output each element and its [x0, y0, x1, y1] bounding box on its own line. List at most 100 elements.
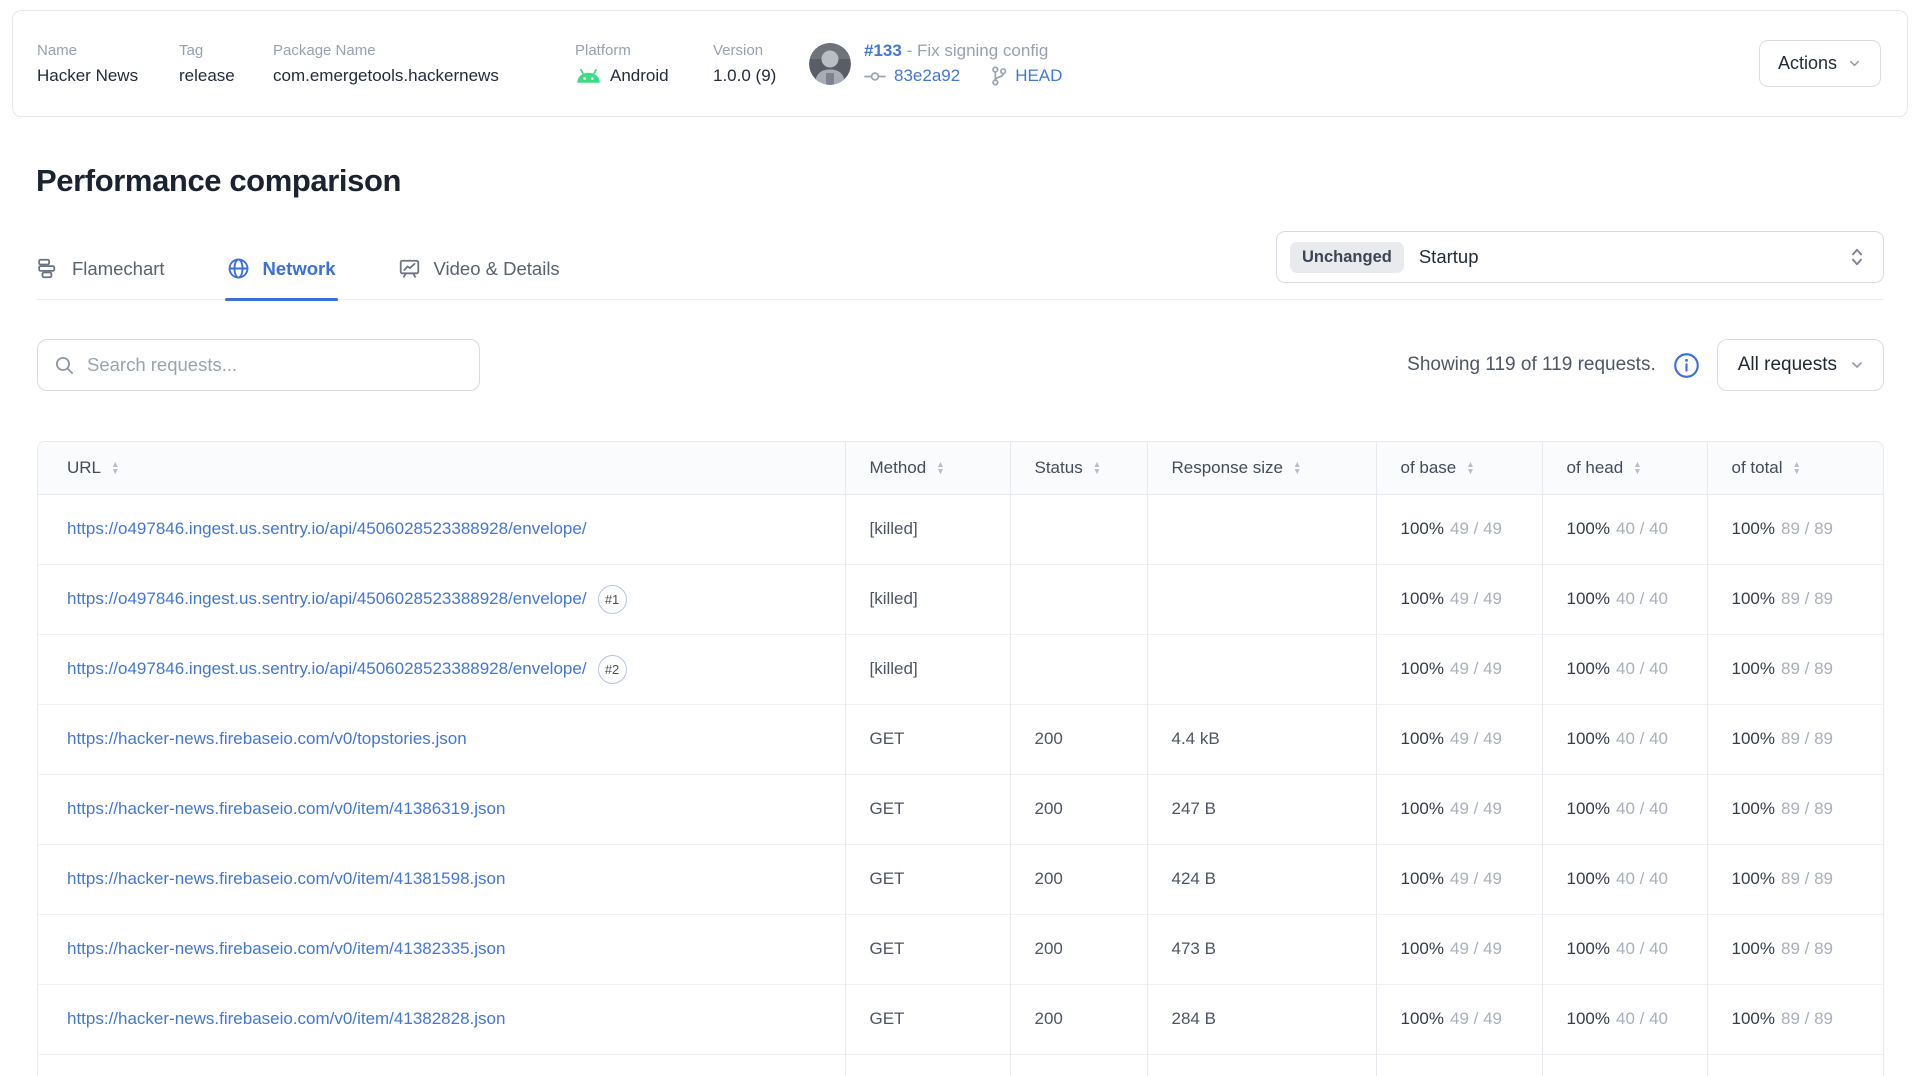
response-size-cell: 424 B	[1147, 844, 1376, 914]
column-header-of-base[interactable]: of base	[1376, 442, 1542, 494]
of-total-cell: 100%89 / 89	[1707, 914, 1883, 984]
field-label: Version	[713, 42, 809, 59]
method-cell: GET	[845, 914, 1010, 984]
sort-icon[interactable]	[1466, 461, 1474, 475]
build-field-package-name: Package Name com.emergetools.hackernews	[273, 42, 575, 86]
status-cell: 200	[1010, 984, 1147, 1054]
column-header-method[interactable]: Method	[845, 442, 1010, 494]
method-cell: [killed]	[845, 494, 1010, 564]
of-head-cell: 100%40 / 40	[1542, 774, 1707, 844]
response-size-cell: 284 B	[1147, 984, 1376, 1054]
field-label: Package Name	[273, 42, 575, 59]
column-header-url[interactable]: URL	[38, 442, 845, 494]
search-icon	[54, 355, 75, 376]
method-cell: GET	[845, 984, 1010, 1054]
pr-title: - Fix signing config	[907, 41, 1049, 60]
android-icon	[575, 68, 602, 84]
toolbar-right: Showing 119 of 119 requests. All request…	[1407, 339, 1884, 391]
field-value: Hacker News	[37, 66, 179, 86]
of-base-cell: 100%49 / 49	[1376, 844, 1542, 914]
of-base-cell: 100%49 / 49	[1376, 494, 1542, 564]
request-url-link[interactable]: https://hacker-news.firebaseio.com/v0/it…	[67, 799, 505, 818]
column-header-status[interactable]: Status	[1010, 442, 1147, 494]
tab-network[interactable]: Network	[227, 257, 336, 299]
column-header-of-head[interactable]: of head	[1542, 442, 1707, 494]
request-url-link[interactable]: https://o497846.ingest.us.sentry.io/api/…	[67, 588, 587, 607]
sort-icon[interactable]	[1793, 461, 1801, 475]
url-cell: https://o497846.ingest.us.sentry.io/api/…	[38, 564, 845, 634]
table-row: https://o497846.ingest.us.sentry.io/api/…	[38, 494, 1883, 564]
search-box[interactable]	[37, 339, 480, 391]
request-url-link[interactable]: https://o497846.ingest.us.sentry.io/api/…	[67, 658, 587, 677]
showing-count-text: Showing 119 of 119 requests.	[1407, 354, 1656, 376]
of-total-cell: 100%89 / 89	[1707, 844, 1883, 914]
field-value: release	[179, 66, 273, 86]
method-cell: [killed]	[845, 564, 1010, 634]
table-row: https://o497846.ingest.us.sentry.io/api/…	[38, 564, 1883, 634]
status-cell: 200	[1010, 914, 1147, 984]
duplicate-count-badge: #2	[598, 655, 627, 684]
sort-icon[interactable]	[1093, 461, 1101, 475]
tab-flamechart[interactable]: Flamechart	[36, 257, 165, 299]
response-size-cell: 247 B	[1147, 774, 1376, 844]
column-header-response-size[interactable]: Response size	[1147, 442, 1376, 494]
page-title: Performance comparison	[36, 163, 1884, 199]
url-cell: https://hacker-news.firebaseio.com/v0/it…	[38, 984, 845, 1054]
request-url-link[interactable]: https://hacker-news.firebaseio.com/v0/it…	[67, 939, 505, 958]
of-total-cell: 100%89 / 89	[1707, 564, 1883, 634]
table-row: https://hacker-news.firebaseio.com/v0/it…	[38, 844, 1883, 914]
of-base-cell: 100%49 / 49	[1376, 564, 1542, 634]
sort-icon[interactable]	[1293, 461, 1301, 475]
url-cell: https://hacker-news.firebaseio.com/v0/it…	[38, 774, 845, 844]
url-cell: https://hacker-news.firebaseio.com/v0/it…	[38, 914, 845, 984]
field-label: Name	[37, 42, 179, 59]
response-size-cell	[1147, 634, 1376, 704]
requests-toolbar: Showing 119 of 119 requests. All request…	[37, 339, 1884, 391]
branch-link[interactable]: HEAD	[1015, 66, 1062, 86]
metric-select-value: Startup	[1419, 246, 1479, 268]
build-info: #133 - Fix signing config 83e2a92	[864, 41, 1062, 86]
git-line: 83e2a92 HEAD	[864, 66, 1062, 86]
actions-button[interactable]: Actions	[1759, 40, 1881, 87]
commit-icon	[864, 68, 886, 85]
of-total-cell: 100%89 / 89	[1707, 634, 1883, 704]
of-base-cell: 100%49 / 49	[1376, 914, 1542, 984]
pr-number-link[interactable]: #133	[864, 41, 902, 60]
metric-select[interactable]: Unchanged Startup	[1276, 231, 1884, 283]
sort-icon[interactable]	[111, 461, 119, 475]
globe-icon	[227, 257, 250, 280]
sort-icon[interactable]	[936, 461, 944, 475]
request-url-link[interactable]: https://hacker-news.firebaseio.com/v0/to…	[67, 729, 467, 748]
sort-icon[interactable]	[1633, 461, 1641, 475]
presentation-chart-icon	[398, 257, 421, 280]
build-header-card: Name Hacker News Tag release Package Nam…	[12, 10, 1908, 117]
search-input[interactable]	[87, 354, 463, 376]
url-cell: https://o497846.ingest.us.sentry.io/api/…	[38, 494, 845, 564]
request-url-link[interactable]: https://hacker-news.firebaseio.com/v0/it…	[67, 1009, 505, 1028]
build-field-version: Version 1.0.0 (9)	[713, 42, 809, 86]
requests-filter-dropdown[interactable]: All requests	[1717, 339, 1884, 391]
of-total-cell: 100%89 / 89	[1707, 774, 1883, 844]
of-base-cell: 100%49 / 49	[1376, 774, 1542, 844]
commit-link[interactable]: 83e2a92	[894, 66, 960, 86]
of-head-cell: 100%40 / 40	[1542, 564, 1707, 634]
build-field-platform: Platform Android	[575, 42, 713, 86]
tab-video-details[interactable]: Video & Details	[398, 257, 560, 299]
of-head-cell: 100%40 / 40	[1542, 704, 1707, 774]
response-size-cell: 473 B	[1147, 914, 1376, 984]
status-cell	[1010, 564, 1147, 634]
column-header-of-total[interactable]: of total	[1707, 442, 1883, 494]
request-url-link[interactable]: https://hacker-news.firebaseio.com/v0/it…	[67, 869, 505, 888]
request-url-link[interactable]: https://o497846.ingest.us.sentry.io/api/…	[67, 519, 587, 538]
table-row: https://hacker-news.firebaseio.com/v0/it…	[38, 914, 1883, 984]
status-cell: 200	[1010, 704, 1147, 774]
response-size-cell	[1147, 564, 1376, 634]
field-label: Tag	[179, 42, 273, 59]
chevron-up-down-icon	[1847, 245, 1867, 269]
chevron-down-icon	[1847, 56, 1862, 71]
table-row: https://hacker-news.firebaseio.com/v0/it…	[38, 984, 1883, 1054]
of-head-cell: 100%40 / 40	[1542, 494, 1707, 564]
table-header-row: URL Method Status Response size of base …	[38, 442, 1883, 494]
method-cell: [killed]	[845, 634, 1010, 704]
info-icon[interactable]	[1673, 352, 1700, 379]
